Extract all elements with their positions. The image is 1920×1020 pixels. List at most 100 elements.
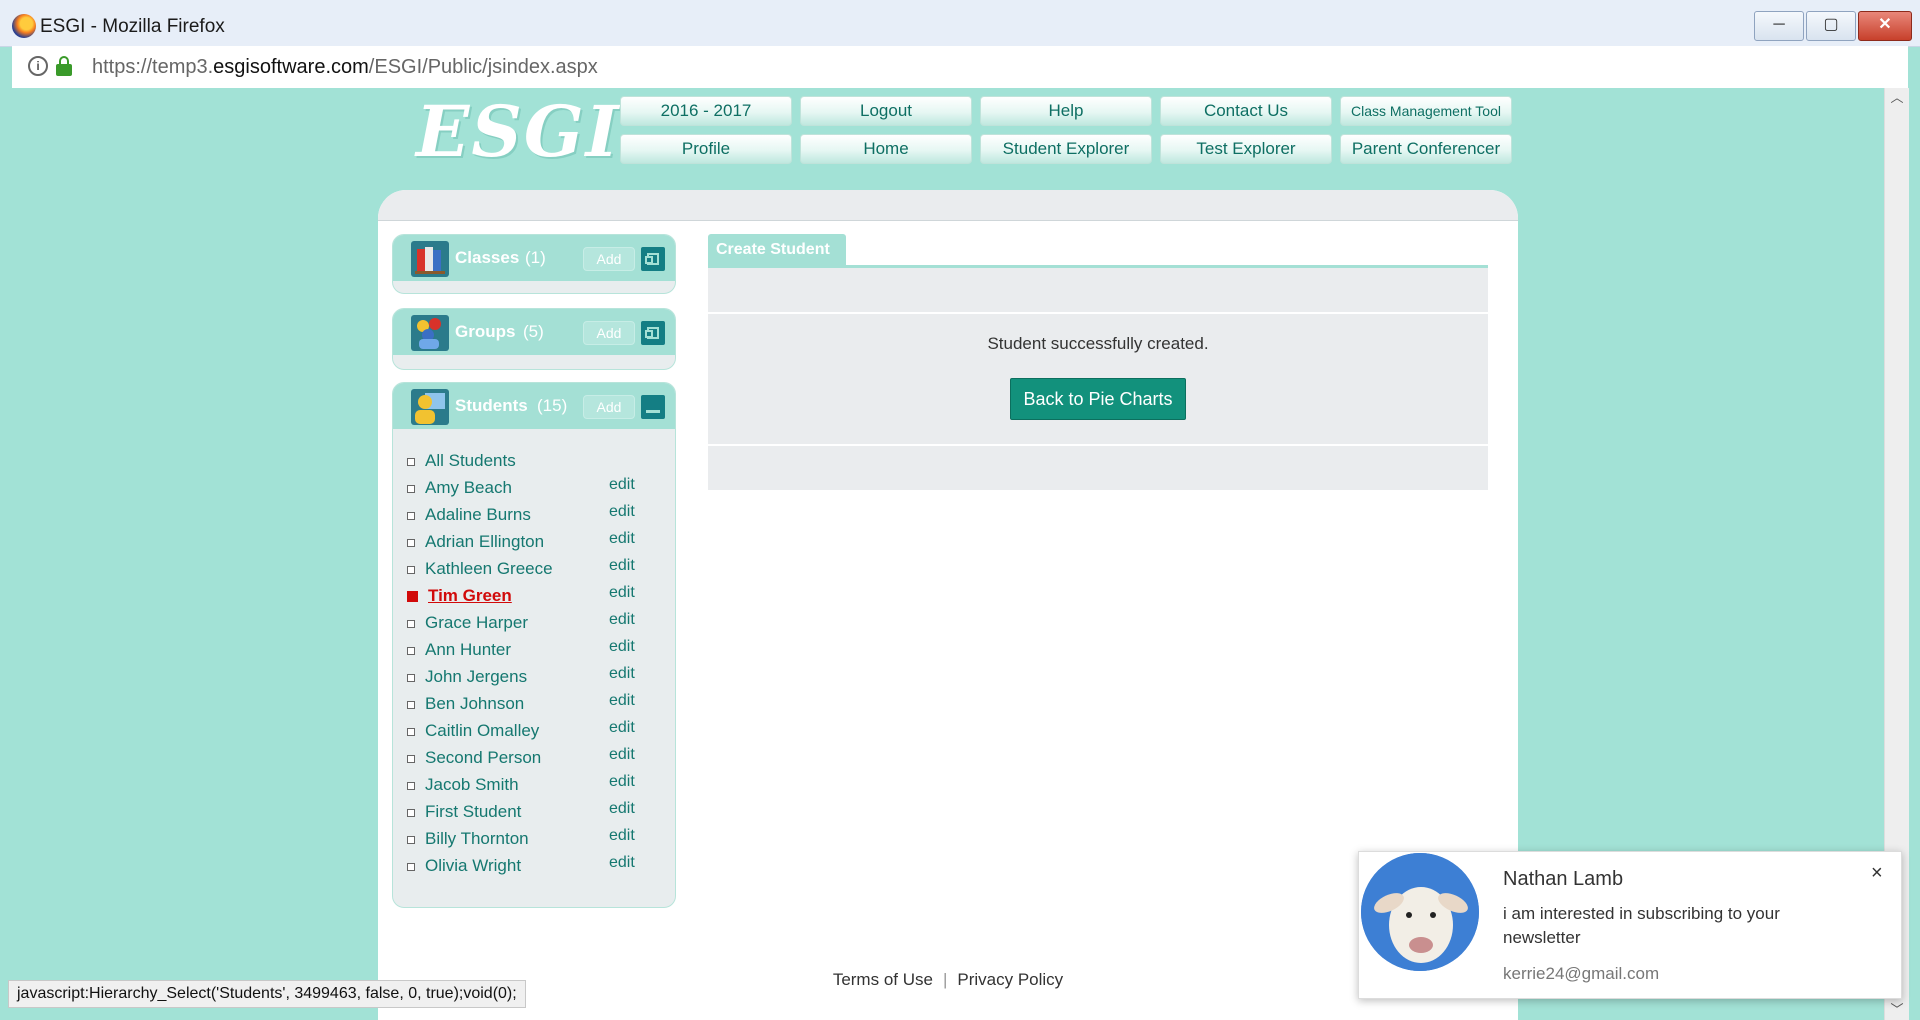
edit-student-link[interactable]: edit [609,692,635,710]
groups-header[interactable]: Groups (5) Add [393,309,675,355]
student-name-link[interactable]: First Student [425,802,521,822]
student-name-link[interactable]: Second Person [425,748,541,768]
student-item[interactable]: Second Person edit [407,746,667,773]
maximize-button[interactable]: ▢ [1806,11,1856,41]
panel-header-bar [378,190,1518,221]
scroll-up-icon[interactable]: ︿ [1885,88,1909,108]
student-name-link[interactable]: Caitlin Omalley [425,721,539,741]
student-name-link[interactable]: Grace Harper [425,613,528,633]
esgi-logo[interactable]: ESGI [416,90,620,173]
edit-student-link[interactable]: edit [609,476,635,494]
student-name-link[interactable]: Ann Hunter [425,640,511,660]
students-count: (15) [537,396,568,415]
student-name-link[interactable]: Ben Johnson [425,694,524,714]
edit-student-link[interactable]: edit [609,503,635,521]
info-icon[interactable]: i [28,56,48,76]
nav-parent-conferencer-button[interactable]: Parent Conferencer [1340,134,1512,164]
edit-student-link[interactable]: edit [609,530,635,548]
add-class-button[interactable]: Add [583,247,635,271]
student-name-link[interactable]: Adaline Burns [425,505,531,525]
add-group-button[interactable]: Add [583,321,635,345]
student-name-link[interactable]: Kathleen Greece [425,559,553,579]
nav-contact-us-button[interactable]: Contact Us [1160,96,1332,126]
student-item[interactable]: Jacob Smith edit [407,773,667,800]
url-text[interactable]: https://temp3.esgisoftware.com/ESGI/Publ… [92,56,598,79]
student-item[interactable]: Kathleen Greece edit [407,557,667,584]
firefox-icon [12,14,36,38]
edit-student-link[interactable]: edit [609,854,635,872]
student-item[interactable]: First Student edit [407,800,667,827]
classes-books-icon [411,241,449,277]
edit-student-link[interactable]: edit [609,827,635,845]
lock-icon[interactable] [56,56,72,76]
students-header[interactable]: Students (15) Add [393,383,675,429]
edit-student-link[interactable]: edit [609,773,635,791]
student-name-link[interactable]: Olivia Wright [425,856,521,876]
nav-logout-button[interactable]: Logout [800,96,972,126]
student-item[interactable]: Olivia Wright edit [407,854,667,881]
selected-student-name-link[interactable]: Tim Green [428,586,512,606]
tab-create-student[interactable]: Create Student [708,234,846,266]
student-name-link[interactable]: John Jergens [425,667,527,687]
student-item[interactable]: Caitlin Omalley edit [407,719,667,746]
student-item[interactable]: John Jergens edit [407,665,667,692]
edit-student-link[interactable]: edit [609,665,635,683]
classes-box: Classes (1) Add [392,234,676,294]
collapse-students-icon[interactable] [641,395,665,419]
close-notification-icon[interactable]: × [1871,862,1883,885]
window-titlebar: ESGI - Mozilla Firefox ─ ▢ ✕ [0,0,1920,47]
classes-label: Classes [455,248,520,267]
bullet-icon [407,674,415,682]
nav-test-explorer-button[interactable]: Test Explorer [1160,134,1332,164]
main-panel: Classes (1) Add Groups (5) Add Students … [378,190,1518,1020]
student-name-link[interactable]: Jacob Smith [425,775,519,795]
nav-profile-button[interactable]: Profile [620,134,792,164]
nav-help-button[interactable]: Help [980,96,1152,126]
close-window-button[interactable]: ✕ [1858,11,1912,41]
student-name-link[interactable]: Amy Beach [425,478,512,498]
student-item[interactable]: Billy Thornton edit [407,827,667,854]
scroll-down-icon[interactable]: ﹀ [1885,1000,1909,1020]
student-item[interactable]: Ann Hunter edit [407,638,667,665]
notification-email: kerrie24@gmail.com [1503,964,1660,983]
student-item[interactable]: Grace Harper edit [407,611,667,638]
student-item[interactable]: Amy Beach edit [407,476,667,503]
add-student-button[interactable]: Add [583,395,635,419]
nav-school-year-button[interactable]: 2016 - 2017 [620,96,792,126]
terms-of-use-link[interactable]: Terms of Use [833,970,933,989]
nav-student-explorer-button[interactable]: Student Explorer [980,134,1152,164]
bullet-icon [407,782,415,790]
bullet-icon [407,566,415,574]
footer-separator: | [942,970,948,989]
student-item[interactable]: Adrian Ellington edit [407,530,667,557]
edit-student-link[interactable]: edit [609,800,635,818]
all-students-item[interactable]: All Students [407,449,667,476]
classes-header[interactable]: Classes (1) Add [393,235,675,281]
student-item-selected[interactable]: Tim Green edit [407,584,667,611]
nav-class-management-tool-button[interactable]: Class Management Tool [1340,96,1512,126]
nav-home-button[interactable]: Home [800,134,972,164]
student-item[interactable]: Adaline Burns edit [407,503,667,530]
edit-student-link[interactable]: edit [609,638,635,656]
edit-student-link[interactable]: edit [609,719,635,737]
student-name-link[interactable]: Billy Thornton [425,829,529,849]
expand-classes-icon[interactable] [641,247,665,271]
expand-groups-icon[interactable] [641,321,665,345]
bullet-icon [407,809,415,817]
all-students-link[interactable]: All Students [425,451,516,471]
content-divider [708,312,1488,314]
minimize-button[interactable]: ─ [1754,11,1804,41]
selected-bullet-icon [407,591,418,602]
notification-popup[interactable]: Nathan Lamb i am interested in subscribi… [1358,851,1902,999]
address-bar[interactable]: i https://temp3.esgisoftware.com/ESGI/Pu… [12,46,1908,89]
edit-student-link[interactable]: edit [609,611,635,629]
content-area: Student successfully created. Back to Pi… [708,268,1488,490]
student-item[interactable]: Ben Johnson edit [407,692,667,719]
back-to-pie-charts-button[interactable]: Back to Pie Charts [1010,378,1186,420]
privacy-policy-link[interactable]: Privacy Policy [957,970,1063,989]
edit-student-link[interactable]: edit [609,557,635,575]
edit-student-link[interactable]: edit [609,746,635,764]
student-name-link[interactable]: Adrian Ellington [425,532,544,552]
edit-student-link[interactable]: edit [609,584,635,602]
status-bar-link-preview: javascript:Hierarchy_Select('Students', … [8,980,526,1008]
